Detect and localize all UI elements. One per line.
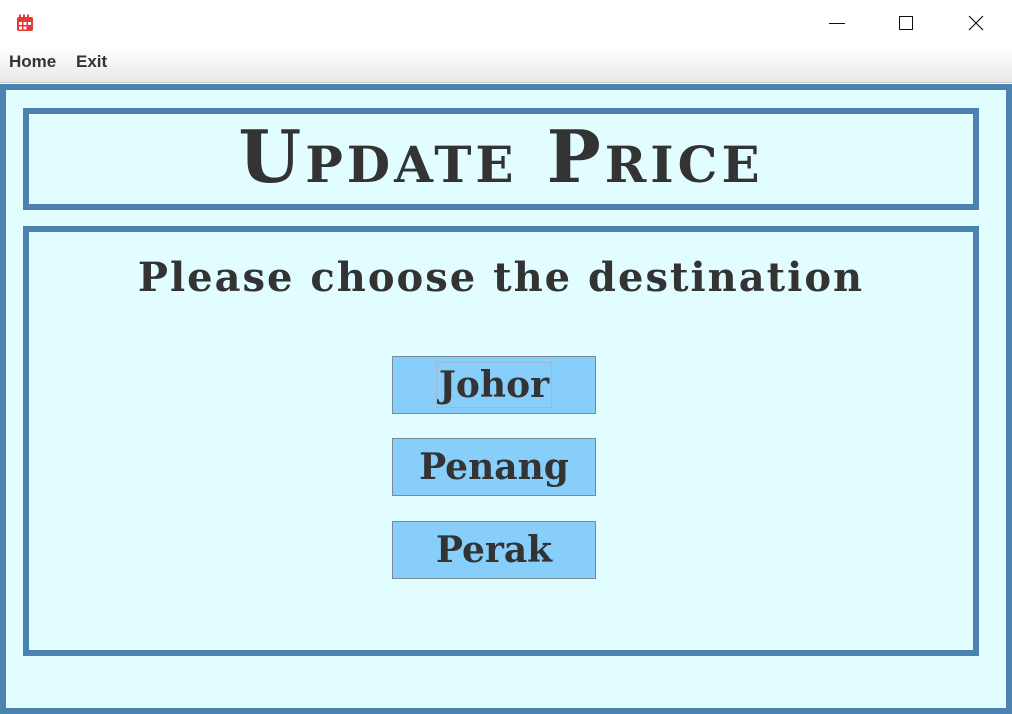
- perak-button-label: Perak: [435, 529, 553, 571]
- perak-button[interactable]: Perak: [392, 521, 596, 579]
- content-area: Update Price Please choose the destinati…: [0, 84, 1012, 714]
- johor-button-label: Johor: [435, 362, 553, 408]
- destination-panel: Please choose the destination Johor Pena…: [23, 226, 979, 656]
- johor-button[interactable]: Johor: [392, 356, 596, 414]
- calendar-icon: [17, 14, 33, 31]
- title-panel: Update Price: [23, 108, 979, 210]
- penang-button[interactable]: Penang: [392, 438, 596, 496]
- maximize-icon: [899, 16, 913, 30]
- minimize-icon: [829, 23, 845, 24]
- menu-home[interactable]: Home: [9, 52, 56, 72]
- destination-prompt: Please choose the destination: [137, 254, 865, 301]
- maximize-button[interactable]: [883, 0, 929, 46]
- page-title: Update Price: [238, 114, 764, 199]
- minimize-button[interactable]: [814, 0, 860, 46]
- menu-exit[interactable]: Exit: [76, 52, 107, 72]
- menu-bar: Home Exit: [0, 46, 1012, 83]
- title-bar[interactable]: [0, 0, 1012, 46]
- close-button[interactable]: [953, 0, 999, 46]
- penang-button-label: Penang: [419, 446, 569, 488]
- app-window: Home Exit Update Price Please choose the…: [0, 0, 1012, 714]
- content-background: Update Price Please choose the destinati…: [6, 90, 1006, 708]
- close-icon: [968, 15, 984, 31]
